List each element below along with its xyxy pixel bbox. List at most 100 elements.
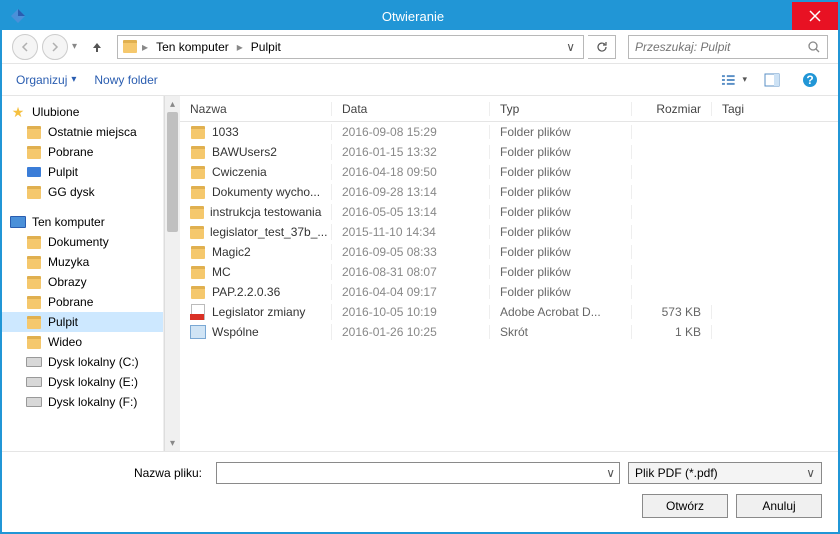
drive-icon (26, 374, 42, 390)
sidebar-group-label: Ten komputer (32, 215, 105, 229)
folder-icon (190, 184, 206, 200)
crumb-pulpit[interactable]: Pulpit (247, 40, 285, 54)
chevron-down-icon[interactable]: ∨ (606, 466, 615, 480)
file-date: 2016-04-18 09:50 (332, 165, 490, 179)
file-row[interactable]: legislator_test_37b_...2015-11-10 14:34F… (180, 222, 838, 242)
sidebar-group[interactable]: Ten komputer (2, 212, 163, 232)
sidebar-group-label: Ulubione (32, 105, 79, 119)
sidebar-item-label: Dokumenty (48, 235, 109, 249)
new-folder-button[interactable]: Nowy folder (94, 73, 157, 87)
breadcrumb-dropdown-icon[interactable]: ∨ (562, 40, 579, 54)
sidebar-item[interactable]: Pulpit (2, 162, 163, 182)
body: ★ Ulubione Ostatnie miejsca Pobrane Pulpit GG… (2, 96, 838, 451)
view-mode-button[interactable]: ▾ (720, 69, 748, 91)
file-row[interactable]: MC2016-08-31 08:07Folder plików (180, 262, 838, 282)
close-button[interactable] (792, 2, 838, 30)
folder-icon (26, 314, 42, 330)
sidebar-item-label: Muzyka (48, 255, 89, 269)
preview-pane-button[interactable] (758, 69, 786, 91)
file-row[interactable]: Legislator zmiany2016-10-05 10:19Adobe A… (180, 302, 838, 322)
forward-button[interactable] (42, 34, 68, 60)
sidebar-item-label: GG dysk (48, 185, 95, 199)
footer: Nazwa pliku: ∨ Plik PDF (*.pdf) ∨ Otwórz… (2, 451, 838, 532)
up-button[interactable] (87, 37, 107, 57)
file-date: 2016-04-04 09:17 (332, 285, 490, 299)
sidebar-item[interactable]: Dysk lokalny (C:) (2, 352, 163, 372)
header-name[interactable]: Nazwa (180, 102, 332, 116)
file-type: Folder plików (490, 285, 632, 299)
pdf-icon (190, 304, 206, 320)
file-row[interactable]: BAWUsers22016-01-15 13:32Folder plików (180, 142, 838, 162)
file-type: Skrót (490, 325, 632, 339)
scroll-down-icon[interactable]: ▾ (165, 435, 180, 451)
cancel-button[interactable]: Anuluj (736, 494, 822, 518)
folder-icon (26, 234, 42, 250)
sidebar-item-label: Ostatnie miejsca (48, 125, 137, 139)
file-name: instrukcja testowania (210, 205, 321, 219)
search-box[interactable] (628, 35, 828, 59)
help-button[interactable]: ? (796, 69, 824, 91)
organize-button[interactable]: Organizuj ▾ (16, 73, 76, 87)
crumb-computer[interactable]: Ten komputer (152, 40, 233, 54)
file-row[interactable]: Cwiczenia2016-04-18 09:50Folder plików (180, 162, 838, 182)
scroll-up-icon[interactable]: ▴ (165, 96, 180, 112)
chevron-down-icon: ∨ (806, 466, 815, 480)
file-row[interactable]: Wspólne2016-01-26 10:25Skrót1 KB (180, 322, 838, 342)
file-date: 2015-11-10 14:34 (332, 225, 490, 239)
file-name: 1033 (212, 125, 239, 139)
breadcrumb[interactable]: ▸ Ten komputer ▸ Pulpit ∨ (117, 35, 584, 59)
file-date: 2016-09-28 13:14 (332, 185, 490, 199)
filename-input[interactable]: ∨ (216, 462, 620, 484)
back-button[interactable] (12, 34, 38, 60)
open-button[interactable]: Otwórz (642, 494, 728, 518)
chevron-down-icon: ▾ (71, 74, 76, 85)
sidebar-scrollbar[interactable]: ▴ ▾ (164, 96, 180, 451)
chevron-right-icon: ▸ (237, 40, 243, 54)
sidebar-item[interactable]: Muzyka (2, 252, 163, 272)
toolbar: Organizuj ▾ Nowy folder ▾ ? (2, 64, 838, 96)
sidebar-item[interactable]: Dysk lokalny (E:) (2, 372, 163, 392)
sidebar-item[interactable]: Pobrane (2, 142, 163, 162)
file-date: 2016-08-31 08:07 (332, 265, 490, 279)
header-date[interactable]: Data (332, 102, 490, 116)
sidebar-item[interactable]: Dokumenty (2, 232, 163, 252)
header-tags[interactable]: Tagi (712, 102, 838, 116)
file-row[interactable]: 10332016-09-08 15:29Folder plików (180, 122, 838, 142)
sidebar-group[interactable]: ★ Ulubione (2, 102, 163, 122)
sidebar-item[interactable]: GG dysk (2, 182, 163, 202)
folder-icon (190, 204, 204, 220)
file-name: legislator_test_37b_... (210, 225, 327, 239)
sidebar-item[interactable]: Wideo (2, 332, 163, 352)
folder-icon (190, 224, 204, 240)
sidebar-item[interactable]: Pobrane (2, 292, 163, 312)
header-type[interactable]: Typ (490, 102, 632, 116)
drive-icon (26, 394, 42, 410)
folder-icon (190, 124, 206, 140)
file-row[interactable]: Dokumenty wycho... 2016-09-28 13:14Folder… (180, 182, 838, 202)
file-date: 2016-09-05 08:33 (332, 245, 490, 259)
sidebar-item-label: Pulpit (48, 315, 78, 329)
file-type: Folder plików (490, 205, 632, 219)
file-row[interactable]: Magic22016-09-05 08:33Folder plików (180, 242, 838, 262)
search-input[interactable] (635, 40, 807, 54)
svg-text:?: ? (806, 73, 813, 87)
star-icon: ★ (10, 104, 26, 120)
refresh-button[interactable] (588, 35, 616, 59)
sidebar-item[interactable]: Dysk lokalny (F:) (2, 392, 163, 412)
scroll-thumb[interactable] (167, 112, 178, 232)
file-date: 2016-01-26 10:25 (332, 325, 490, 339)
sidebar-item[interactable]: Ostatnie miejsca (2, 122, 163, 142)
folder-icon (26, 144, 42, 160)
folder-icon (26, 274, 42, 290)
sidebar-item[interactable]: Pulpit (2, 312, 163, 332)
file-type: Folder plików (490, 185, 632, 199)
header-size[interactable]: Rozmiar (632, 102, 712, 116)
file-type-filter[interactable]: Plik PDF (*.pdf) ∨ (628, 462, 822, 484)
file-row[interactable]: instrukcja testowania2016-05-05 13:14Fol… (180, 202, 838, 222)
file-name: Dokumenty wycho... (212, 185, 320, 199)
sidebar-item-label: Pulpit (48, 165, 78, 179)
recent-dropdown-icon[interactable]: ▾ (72, 41, 77, 52)
drive-icon (26, 354, 42, 370)
sidebar-item[interactable]: Obrazy (2, 272, 163, 292)
file-row[interactable]: PAP.2.2.0.362016-04-04 09:17Folder plikó… (180, 282, 838, 302)
